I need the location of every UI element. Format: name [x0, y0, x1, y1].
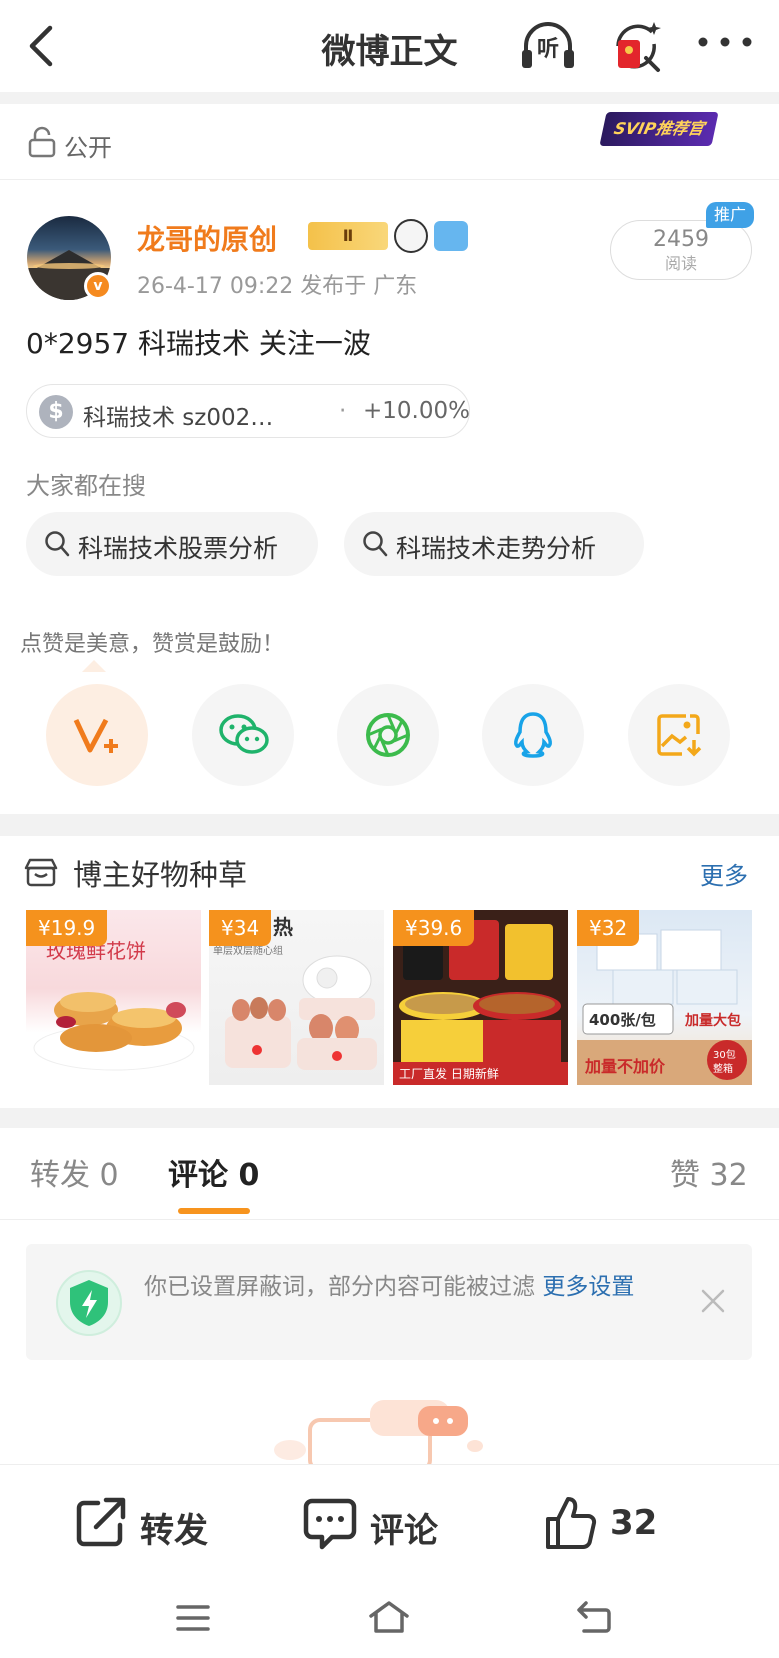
post-text: 0*2957 科瑞技术 关注一波 — [26, 327, 371, 360]
goods-price: ¥32 — [577, 910, 640, 946]
svg-text:加量不加价: 加量不加价 — [584, 1057, 666, 1076]
goods-section-title: 博主好物种草 — [73, 858, 248, 892]
tab-comment[interactable]: 评论 0 — [168, 1150, 259, 1194]
stock-chip[interactable]: $ 科瑞技术 sz002… · +10.00% — [26, 384, 470, 438]
svg-text:加量大包: 加量大包 — [684, 1012, 741, 1029]
back-nav-icon[interactable] — [576, 1600, 612, 1634]
listen-label: 听 — [536, 37, 559, 62]
svg-text:热: 热 — [273, 915, 293, 939]
comment-label: 评论 — [370, 1511, 438, 1551]
more-menu-icon[interactable] — [695, 30, 755, 60]
tab-repost[interactable]: 转发 0 — [30, 1150, 119, 1194]
home-icon[interactable] — [368, 1600, 410, 1634]
trending-search-label: 大家都在搜 — [26, 472, 146, 500]
divider — [0, 92, 779, 104]
moments-camera-icon — [366, 713, 410, 757]
goods-card[interactable]: 玫瑰鲜花饼 ¥19.9 — [26, 910, 201, 1085]
comment-button[interactable]: 评论 — [302, 1495, 452, 1555]
divider — [0, 814, 779, 836]
goods-card[interactable]: 工厂直发 日期新鲜 ¥39.6 — [393, 910, 568, 1085]
read-count: 2459 — [653, 227, 709, 252]
like-button[interactable]: 32 — [544, 1495, 674, 1555]
share-moments-button[interactable] — [337, 684, 439, 786]
filter-notice: 你已设置屏蔽词，部分内容可能被过滤 更多设置 — [26, 1244, 752, 1360]
stock-change: +10.00% — [363, 398, 470, 424]
svg-text:整箱: 整箱 — [713, 1062, 733, 1075]
goods-price: ¥19.9 — [26, 910, 108, 946]
goods-card[interactable]: 400张/包 加量大包 加量不加价 30包 整箱 ¥32 — [577, 910, 752, 1085]
tab-like[interactable]: 赞 32 — [670, 1150, 748, 1194]
save-image-button[interactable] — [628, 684, 730, 786]
promote-badge[interactable]: 推广 — [706, 202, 754, 228]
svip-recommender-badge[interactable]: SVIP推荐官 — [599, 112, 719, 146]
share-wechat-button[interactable] — [192, 684, 294, 786]
thumbs-up-icon — [546, 1497, 597, 1550]
tooltip-caret — [82, 660, 106, 672]
dollar-icon: $ — [39, 395, 73, 429]
close-icon[interactable] — [700, 1288, 726, 1314]
red-packet-search-icon[interactable] — [608, 18, 664, 74]
share-qq-button[interactable] — [482, 684, 584, 786]
goods-card[interactable]: 热 单层双层随心组 ¥34 — [209, 910, 384, 1085]
shark-badge-icon[interactable] — [434, 221, 468, 251]
like-count: 32 — [610, 1503, 658, 1543]
reward-tip: 点赞是美意，赞赏是鼓励！ — [20, 632, 285, 657]
listen-button[interactable]: 听 — [518, 18, 578, 74]
reward-button[interactable] — [46, 684, 148, 786]
repost-label: 转发 — [140, 1511, 208, 1551]
notice-message: 你已设置屏蔽词，部分内容可能被过滤 — [144, 1274, 543, 1300]
interaction-tabs: 转发 0 评论 0 赞 32 — [0, 1128, 779, 1220]
author-name[interactable]: 龙哥的原创 — [137, 218, 277, 258]
visibility-label: 公开 — [64, 134, 112, 162]
search-pill-label: 科瑞技术走势分析 — [396, 534, 597, 563]
panda-badge-icon[interactable] — [394, 219, 428, 253]
verified-v-icon: v — [84, 272, 112, 300]
notice-text: 你已设置屏蔽词，部分内容可能被过滤 更多设置 — [144, 1270, 684, 1304]
vip-crown-badge[interactable]: Ⅱ — [308, 222, 388, 250]
author-badges: Ⅱ — [308, 219, 468, 253]
author-header: v 龙哥的原创 Ⅱ 26-4-17 09:22 发布于 广东 2459 阅读 推… — [0, 180, 779, 310]
goods-section-header: 博主好物种草 更多 — [0, 838, 779, 908]
active-tab-indicator — [178, 1208, 250, 1214]
svg-text:30包: 30包 — [713, 1048, 736, 1061]
qq-penguin-icon — [514, 712, 552, 758]
v-plus-reward-icon — [73, 718, 118, 753]
svg-text:400张/包: 400张/包 — [589, 1011, 656, 1029]
stock-separator: · — [339, 398, 347, 424]
bottom-action-bar: 转发 评论 32 — [0, 1464, 779, 1584]
image-download-icon — [657, 714, 702, 757]
repost-share-icon — [76, 1497, 126, 1547]
comment-bubble-icon — [303, 1498, 357, 1550]
svg-text:工厂直发 日期新鲜: 工厂直发 日期新鲜 — [399, 1066, 499, 1081]
shield-lightning-icon — [56, 1270, 122, 1336]
goods-price: ¥34 — [209, 910, 272, 946]
search-pill[interactable]: 科瑞技术股票分析 — [26, 512, 318, 576]
empty-comments-illustration — [274, 1400, 483, 1470]
stock-name: 科瑞技术 sz002… — [83, 405, 274, 431]
search-pill[interactable]: 科瑞技术走势分析 — [344, 512, 644, 576]
search-icon — [45, 531, 70, 557]
read-count-chip: 2459 阅读 — [610, 220, 752, 280]
repost-button[interactable]: 转发 — [74, 1495, 224, 1555]
goods-more-link[interactable]: 更多 — [700, 856, 748, 891]
search-pill-label: 科瑞技术股票分析 — [78, 534, 279, 563]
wechat-icon — [219, 714, 269, 754]
divider — [0, 1108, 779, 1128]
unlock-icon — [28, 126, 56, 158]
post-time-location: 26-4-17 09:22 发布于 广东 — [137, 274, 418, 299]
shop-bag-icon — [24, 858, 58, 887]
system-nav-bar — [0, 1584, 779, 1658]
more-settings-link[interactable]: 更多设置 — [542, 1274, 634, 1300]
read-label: 阅读 — [664, 254, 697, 273]
goods-price: ¥39.6 — [393, 910, 475, 946]
menu-icon[interactable] — [176, 1604, 210, 1632]
search-icon — [363, 531, 388, 557]
top-nav-bar: 微博正文 听 — [0, 0, 779, 92]
